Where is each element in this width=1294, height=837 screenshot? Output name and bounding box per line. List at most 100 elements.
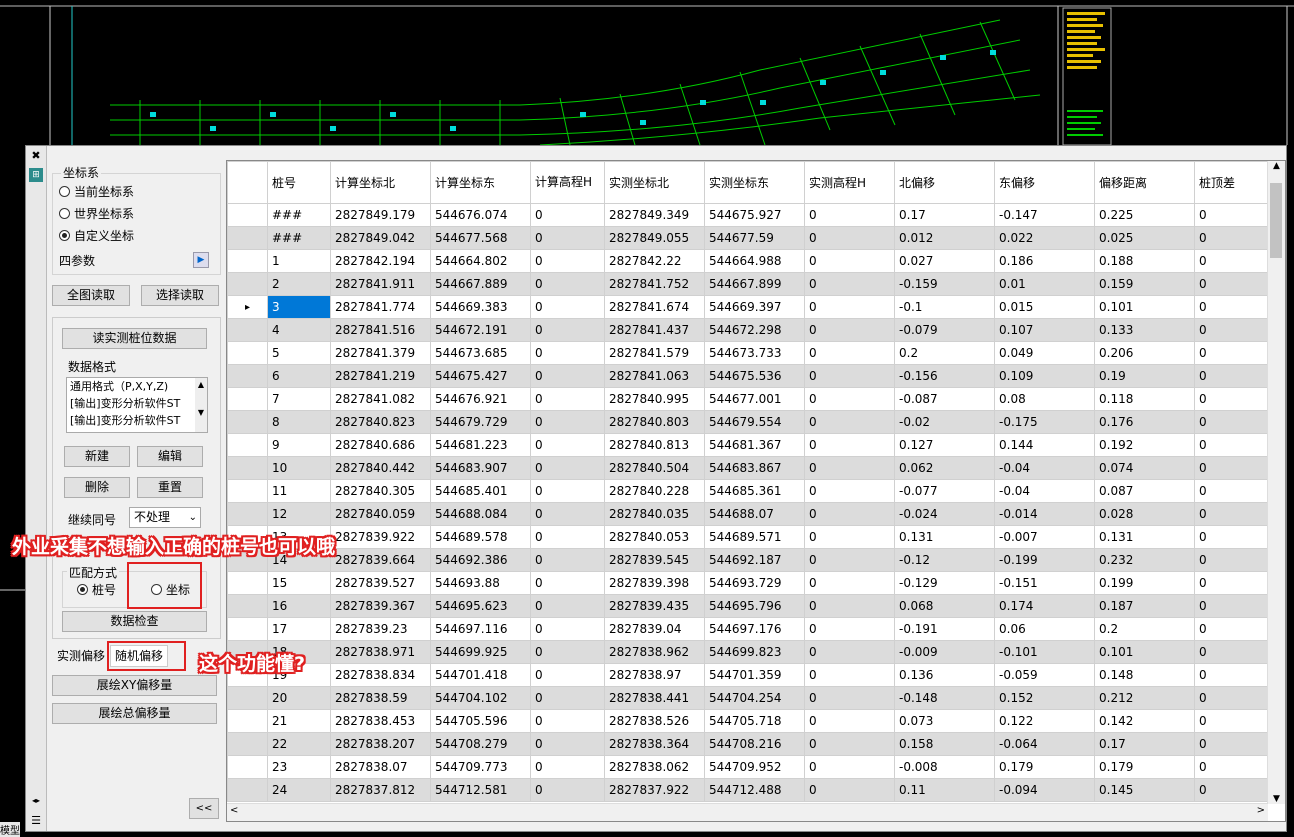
table-cell[interactable]: 0.101 [1094, 640, 1195, 664]
table-cell[interactable]: 0 [1194, 318, 1275, 342]
column-header[interactable]: 桩号 [267, 161, 331, 204]
properties-icon[interactable]: ☰ [29, 814, 43, 828]
table-cell[interactable]: 2827840.228 [604, 479, 705, 503]
table-cell[interactable]: 0 [530, 364, 605, 388]
table-cell[interactable]: 2827838.207 [330, 732, 431, 756]
resize-icon[interactable]: ◂▸ [29, 794, 43, 808]
table-cell[interactable]: 0 [804, 410, 895, 434]
table-cell[interactable]: 0 [530, 778, 605, 802]
table-cell[interactable]: 0 [530, 479, 605, 503]
table-cell[interactable]: 544692.187 [704, 548, 805, 572]
table-cell[interactable]: 0 [1194, 640, 1275, 664]
table-cell[interactable]: 0 [530, 640, 605, 664]
table-cell[interactable]: -0.159 [894, 272, 995, 296]
scroll-up-icon[interactable]: ▲ [1268, 161, 1285, 171]
table-cell[interactable]: 2827839.922 [330, 525, 431, 549]
table-cell[interactable]: 0 [530, 525, 605, 549]
table-cell[interactable]: 0.2 [1094, 617, 1195, 641]
table-cell[interactable]: 2827840.059 [330, 502, 431, 526]
table-cell[interactable]: 0 [1194, 272, 1275, 296]
table-cell[interactable]: 0 [1194, 571, 1275, 595]
table-cell[interactable]: 3 [267, 295, 331, 319]
radio-world-coord[interactable]: 世界坐标系 [59, 204, 134, 222]
row-header[interactable] [227, 433, 268, 457]
table-cell[interactable]: 2827838.526 [604, 709, 705, 733]
table-cell[interactable]: 0 [1194, 479, 1275, 503]
table-row[interactable]: 12 2827840.059 544688.084 0 2827840.035 54468… [227, 502, 1275, 526]
row-header[interactable] [227, 686, 268, 710]
table-cell[interactable]: 6 [267, 364, 331, 388]
edit-format-button[interactable]: 编辑 [137, 446, 203, 467]
table-cell[interactable]: 544675.427 [430, 364, 531, 388]
table-cell[interactable]: 0.176 [1094, 410, 1195, 434]
table-cell[interactable]: 0 [530, 410, 605, 434]
table-cell[interactable]: -0.009 [894, 640, 995, 664]
table-cell[interactable]: 0.073 [894, 709, 995, 733]
table-cell[interactable]: 544712.488 [704, 778, 805, 802]
table-cell[interactable]: 2827840.823 [330, 410, 431, 434]
table-cell[interactable]: 0 [1194, 456, 1275, 480]
table-cell[interactable]: 2827838.441 [604, 686, 705, 710]
table-cell[interactable]: 15 [267, 571, 331, 595]
reset-format-button[interactable]: 重置 [137, 477, 203, 498]
column-header[interactable]: 计算高程H [530, 161, 605, 204]
table-cell[interactable]: 0 [804, 778, 895, 802]
table-cell[interactable]: -0.007 [994, 525, 1095, 549]
table-cell[interactable]: 0 [1194, 364, 1275, 388]
table-cell[interactable]: 544704.254 [704, 686, 805, 710]
column-header[interactable]: 实测坐标东 [704, 161, 805, 204]
table-cell[interactable]: 2827841.674 [604, 295, 705, 319]
scroll-right-icon[interactable]: > [1257, 805, 1265, 816]
table-cell[interactable]: 544667.889 [430, 272, 531, 296]
table-cell[interactable]: 0 [804, 709, 895, 733]
table-cell[interactable]: 0.144 [994, 433, 1095, 457]
table-cell[interactable]: 2827849.055 [604, 226, 705, 250]
table-cell[interactable]: 0 [804, 387, 895, 411]
column-header[interactable]: 北偏移 [894, 161, 995, 204]
table-cell[interactable]: 2827841.379 [330, 341, 431, 365]
table-cell[interactable]: -0.12 [894, 548, 995, 572]
table-cell[interactable]: 2827838.962 [604, 640, 705, 664]
table-cell[interactable]: 0 [804, 456, 895, 480]
table-cell[interactable]: 0 [530, 318, 605, 342]
radio-custom-coord[interactable]: 自定义坐标 [59, 226, 134, 244]
table-cell[interactable]: 544712.581 [430, 778, 531, 802]
table-cell[interactable]: 0.131 [1094, 525, 1195, 549]
table-cell[interactable]: 2827841.752 [604, 272, 705, 296]
table-cell[interactable]: -0.101 [994, 640, 1095, 664]
table-cell[interactable]: 0 [530, 203, 605, 227]
table-cell[interactable]: 10 [267, 456, 331, 480]
table-cell[interactable]: 0.17 [1094, 732, 1195, 756]
table-cell[interactable]: 544699.823 [704, 640, 805, 664]
table-cell[interactable]: 4 [267, 318, 331, 342]
table-cell[interactable]: 0.179 [1094, 755, 1195, 779]
table-cell[interactable]: 0 [804, 548, 895, 572]
table-cell[interactable]: 2827839.23 [330, 617, 431, 641]
table-cell[interactable]: 544693.88 [430, 571, 531, 595]
row-header[interactable] [227, 364, 268, 388]
table-cell[interactable]: 2827842.22 [604, 249, 705, 273]
table-cell[interactable]: 0 [804, 249, 895, 273]
delete-format-button[interactable]: 删除 [64, 477, 130, 498]
table-cell[interactable]: 0 [804, 226, 895, 250]
table-cell[interactable]: 0.109 [994, 364, 1095, 388]
table-row[interactable]: 22 2827838.207 544708.279 0 2827838.364 54470… [227, 732, 1275, 756]
table-cell[interactable]: 0 [530, 732, 605, 756]
table-cell[interactable]: 0 [1194, 548, 1275, 572]
table-cell[interactable]: 0 [804, 617, 895, 641]
row-header[interactable] [227, 226, 268, 250]
table-cell[interactable]: ### [267, 226, 331, 250]
table-cell[interactable]: 0.012 [894, 226, 995, 250]
table-cell[interactable]: 2827841.063 [604, 364, 705, 388]
table-cell[interactable]: 0.131 [894, 525, 995, 549]
table-cell[interactable]: 2827841.516 [330, 318, 431, 342]
table-cell[interactable]: -0.008 [894, 755, 995, 779]
table-cell[interactable]: 0 [530, 663, 605, 687]
table-cell[interactable]: 0.179 [994, 755, 1095, 779]
table-cell[interactable]: 0 [804, 203, 895, 227]
table-cell[interactable]: 0.049 [994, 341, 1095, 365]
vertical-scrollbar[interactable]: ▲ ▼ [1267, 161, 1285, 804]
table-row[interactable]: 11 2827840.305 544685.401 0 2827840.228 54468… [227, 479, 1275, 503]
table-cell[interactable]: 0.022 [994, 226, 1095, 250]
table-row[interactable]: 10 2827840.442 544683.907 0 2827840.504 54468… [227, 456, 1275, 480]
